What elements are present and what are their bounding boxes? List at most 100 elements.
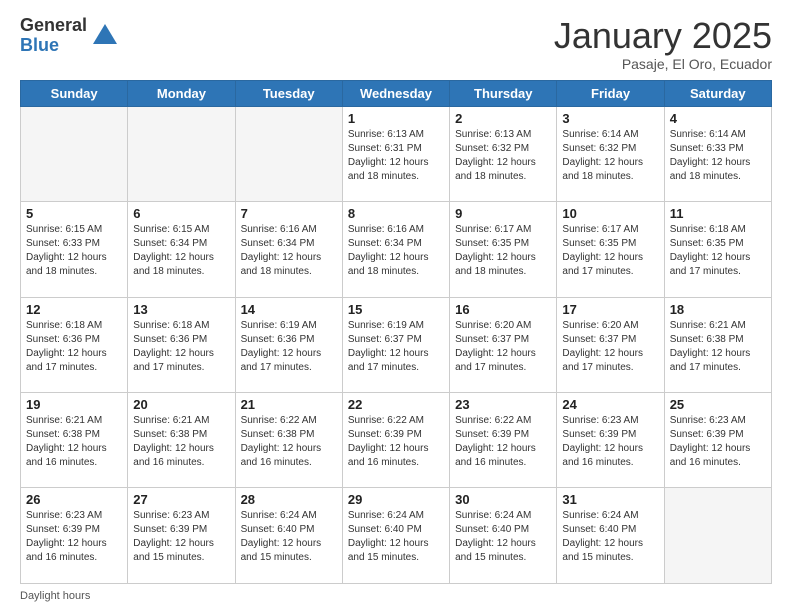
calendar-header-row: SundayMondayTuesdayWednesdayThursdayFrid… (21, 80, 772, 106)
day-number: 22 (348, 397, 444, 412)
calendar-week-1: 5 Sunrise: 6:15 AMSunset: 6:33 PMDaylight… (21, 202, 772, 297)
day-info: Sunrise: 6:15 AMSunset: 6:33 PMDaylight:… (26, 223, 122, 279)
day-info: Sunrise: 6:21 AMSunset: 6:38 PMDaylight:… (26, 414, 122, 470)
calendar-day (235, 106, 342, 201)
day-number: 29 (348, 492, 444, 507)
calendar-day: 18Sunrise: 6:21 AMSunset: 6:38 PMDayligh… (664, 297, 771, 392)
day-number: 19 (26, 397, 122, 412)
day-info: Sunrise: 6:13 AMSunset: 6:32 PMDaylight:… (455, 128, 551, 184)
calendar-day: 30 Sunrise: 6:24 AMSunset: 6:40 PMDayligh… (450, 488, 557, 584)
calendar-header-tuesday: Tuesday (235, 80, 342, 106)
day-number: 11 (670, 206, 766, 221)
calendar-day: 12 Sunrise: 6:18 AMSunset: 6:36 PMDayligh… (21, 297, 128, 392)
day-info: Sunrise: 6:16 AMSunset: 6:34 PMDaylight:… (348, 223, 444, 279)
calendar-week-2: 12 Sunrise: 6:18 AMSunset: 6:36 PMDayligh… (21, 297, 772, 392)
day-number: 17 (562, 302, 658, 317)
day-info: Sunrise: 6:23 AMSunset: 6:39 PMDaylight:… (670, 414, 766, 470)
day-info: Sunrise: 6:19 AMSunset: 6:36 PMDaylight:… (241, 319, 337, 375)
day-number: 4 (670, 111, 766, 126)
calendar-day: 22Sunrise: 6:22 AMSunset: 6:39 PMDayligh… (342, 393, 449, 488)
header: General Blue January 2025 Pasaje, El Oro… (20, 16, 772, 72)
calendar-header-sunday: Sunday (21, 80, 128, 106)
day-number: 1 (348, 111, 444, 126)
calendar-week-4: 26 Sunrise: 6:23 AMSunset: 6:39 PMDayligh… (21, 488, 772, 584)
calendar-day: 24 Sunrise: 6:23 AMSunset: 6:39 PMDayligh… (557, 393, 664, 488)
calendar-day: 20Sunrise: 6:21 AMSunset: 6:38 PMDayligh… (128, 393, 235, 488)
calendar-header-monday: Monday (128, 80, 235, 106)
calendar-week-3: 19 Sunrise: 6:21 AMSunset: 6:38 PMDayligh… (21, 393, 772, 488)
calendar-day: 9Sunrise: 6:17 AMSunset: 6:35 PMDaylight… (450, 202, 557, 297)
logo-blue: Blue (20, 36, 87, 56)
calendar-day: 29 Sunrise: 6:24 AMSunset: 6:40 PMDayligh… (342, 488, 449, 584)
day-number: 21 (241, 397, 337, 412)
calendar-day: 14 Sunrise: 6:19 AMSunset: 6:36 PMDayligh… (235, 297, 342, 392)
logo: General Blue (20, 16, 119, 56)
calendar-day: 11Sunrise: 6:18 AMSunset: 6:35 PMDayligh… (664, 202, 771, 297)
calendar-header-friday: Friday (557, 80, 664, 106)
day-number: 20 (133, 397, 229, 412)
day-info: Sunrise: 6:23 AMSunset: 6:39 PMDaylight:… (133, 509, 229, 565)
day-info: Sunrise: 6:24 AMSunset: 6:40 PMDaylight:… (455, 509, 551, 565)
day-number: 3 (562, 111, 658, 126)
day-number: 31 (562, 492, 658, 507)
day-info: Sunrise: 6:24 AMSunset: 6:40 PMDaylight:… (562, 509, 658, 565)
day-number: 2 (455, 111, 551, 126)
calendar-header-thursday: Thursday (450, 80, 557, 106)
day-number: 6 (133, 206, 229, 221)
day-number: 7 (241, 206, 337, 221)
calendar-day: 15Sunrise: 6:19 AMSunset: 6:37 PMDayligh… (342, 297, 449, 392)
day-info: Sunrise: 6:14 AMSunset: 6:33 PMDaylight:… (670, 128, 766, 184)
calendar-day: 17 Sunrise: 6:20 AMSunset: 6:37 PMDayligh… (557, 297, 664, 392)
calendar-day (664, 488, 771, 584)
day-number: 5 (26, 206, 122, 221)
day-number: 26 (26, 492, 122, 507)
calendar-day: 28 Sunrise: 6:24 AMSunset: 6:40 PMDayligh… (235, 488, 342, 584)
day-info: Sunrise: 6:13 AMSunset: 6:31 PMDaylight:… (348, 128, 444, 184)
day-info: Sunrise: 6:17 AMSunset: 6:35 PMDaylight:… (562, 223, 658, 279)
calendar-day: 27 Sunrise: 6:23 AMSunset: 6:39 PMDayligh… (128, 488, 235, 584)
day-number: 24 (562, 397, 658, 412)
page: General Blue January 2025 Pasaje, El Oro… (0, 0, 792, 612)
calendar-day: 13Sunrise: 6:18 AMSunset: 6:36 PMDayligh… (128, 297, 235, 392)
calendar-week-0: 1 Sunrise: 6:13 AMSunset: 6:31 PMDaylight… (21, 106, 772, 201)
month-title: January 2025 (554, 16, 772, 56)
day-number: 16 (455, 302, 551, 317)
calendar-day: 26Sunrise: 6:23 AMSunset: 6:39 PMDayligh… (21, 488, 128, 584)
day-info: Sunrise: 6:18 AMSunset: 6:36 PMDaylight:… (133, 319, 229, 375)
calendar-day (128, 106, 235, 201)
calendar-day: 6 Sunrise: 6:15 AMSunset: 6:34 PMDaylight… (128, 202, 235, 297)
calendar-header-wednesday: Wednesday (342, 80, 449, 106)
logo-general: General (20, 16, 87, 36)
day-info: Sunrise: 6:23 AMSunset: 6:39 PMDaylight:… (562, 414, 658, 470)
day-info: Sunrise: 6:18 AMSunset: 6:36 PMDaylight:… (26, 319, 122, 375)
day-info: Sunrise: 6:15 AMSunset: 6:34 PMDaylight:… (133, 223, 229, 279)
day-info: Sunrise: 6:20 AMSunset: 6:37 PMDaylight:… (562, 319, 658, 375)
day-number: 18 (670, 302, 766, 317)
calendar-day: 19 Sunrise: 6:21 AMSunset: 6:38 PMDayligh… (21, 393, 128, 488)
calendar-table: SundayMondayTuesdayWednesdayThursdayFrid… (20, 80, 772, 584)
day-number: 27 (133, 492, 229, 507)
calendar-day: 3 Sunrise: 6:14 AMSunset: 6:32 PMDaylight… (557, 106, 664, 201)
calendar-day: 10Sunrise: 6:17 AMSunset: 6:35 PMDayligh… (557, 202, 664, 297)
calendar-day: 21Sunrise: 6:22 AMSunset: 6:38 PMDayligh… (235, 393, 342, 488)
day-number: 9 (455, 206, 551, 221)
day-number: 12 (26, 302, 122, 317)
title-section: January 2025 Pasaje, El Oro, Ecuador (554, 16, 772, 72)
calendar-day: 5 Sunrise: 6:15 AMSunset: 6:33 PMDaylight… (21, 202, 128, 297)
day-info: Sunrise: 6:14 AMSunset: 6:32 PMDaylight:… (562, 128, 658, 184)
day-number: 23 (455, 397, 551, 412)
footer: Daylight hours (20, 590, 772, 602)
day-number: 30 (455, 492, 551, 507)
day-number: 14 (241, 302, 337, 317)
day-info: Sunrise: 6:22 AMSunset: 6:39 PMDaylight:… (455, 414, 551, 470)
logo-icon (91, 22, 119, 50)
day-info: Sunrise: 6:24 AMSunset: 6:40 PMDaylight:… (348, 509, 444, 565)
day-number: 25 (670, 397, 766, 412)
calendar-day: 1 Sunrise: 6:13 AMSunset: 6:31 PMDaylight… (342, 106, 449, 201)
day-info: Sunrise: 6:16 AMSunset: 6:34 PMDaylight:… (241, 223, 337, 279)
day-number: 28 (241, 492, 337, 507)
calendar-day: 31 Sunrise: 6:24 AMSunset: 6:40 PMDayligh… (557, 488, 664, 584)
day-info: Sunrise: 6:24 AMSunset: 6:40 PMDaylight:… (241, 509, 337, 565)
location-subtitle: Pasaje, El Oro, Ecuador (554, 56, 772, 72)
day-info: Sunrise: 6:19 AMSunset: 6:37 PMDaylight:… (348, 319, 444, 375)
